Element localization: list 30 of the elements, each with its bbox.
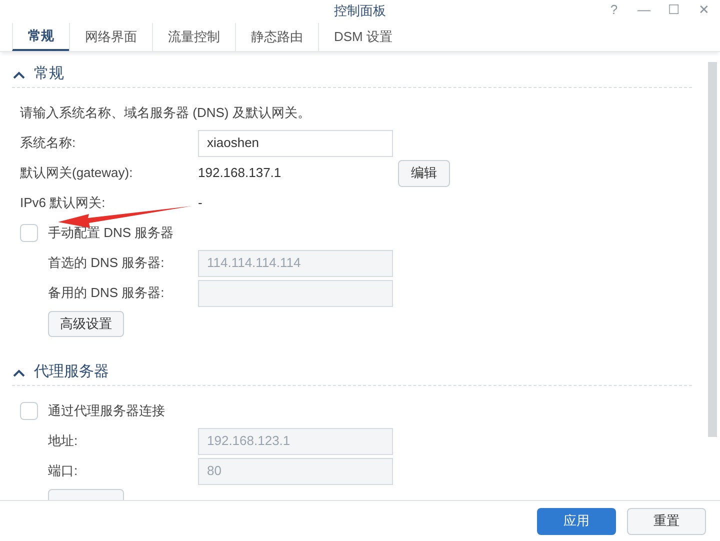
- field-label: 默认网关(gateway):: [20, 164, 134, 182]
- text-field[interactable]: xiaoshen: [198, 130, 393, 156]
- reset-button[interactable]: 重置: [627, 508, 706, 534]
- chevron-up-icon[interactable]: [12, 70, 26, 80]
- window-title: 控制面板: [334, 2, 386, 20]
- advanced-settings-button[interactable]: 高级设置: [48, 311, 124, 337]
- field-label: 地址:: [48, 432, 79, 450]
- checkbox[interactable]: [20, 402, 38, 420]
- field-label: IPv6 默认网关:: [20, 194, 106, 212]
- tab[interactable]: 常规: [12, 23, 69, 51]
- tab[interactable]: 静态路由: [235, 23, 318, 51]
- field-label: 系统名称:: [20, 134, 77, 152]
- edit-button[interactable]: 编辑: [398, 160, 450, 186]
- apply-button[interactable]: 应用: [537, 508, 616, 534]
- field-value: 192.168.137.1: [198, 164, 282, 182]
- tab[interactable]: DSM 设置: [318, 23, 408, 51]
- checkbox-label: 手动配置 DNS 服务器: [48, 224, 174, 242]
- scrollbar[interactable]: [708, 62, 716, 437]
- section-title: 常规: [34, 64, 64, 84]
- field-label: 备用的 DNS 服务器:: [48, 284, 166, 302]
- checkbox-label: 通过代理服务器连接: [48, 402, 165, 420]
- tab[interactable]: 流量控制: [152, 23, 235, 51]
- checkbox[interactable]: [20, 224, 38, 242]
- section-title: 代理服务器: [34, 362, 109, 382]
- field-label: 端口:: [48, 462, 79, 480]
- description-text: 请输入系统名称、域名服务器 (DNS) 及默认网关。: [20, 104, 310, 122]
- field-value: -: [198, 194, 204, 212]
- tab[interactable]: 网络界面: [69, 23, 152, 51]
- field-label: 首选的 DNS 服务器:: [48, 254, 166, 272]
- chevron-up-icon[interactable]: [12, 368, 26, 378]
